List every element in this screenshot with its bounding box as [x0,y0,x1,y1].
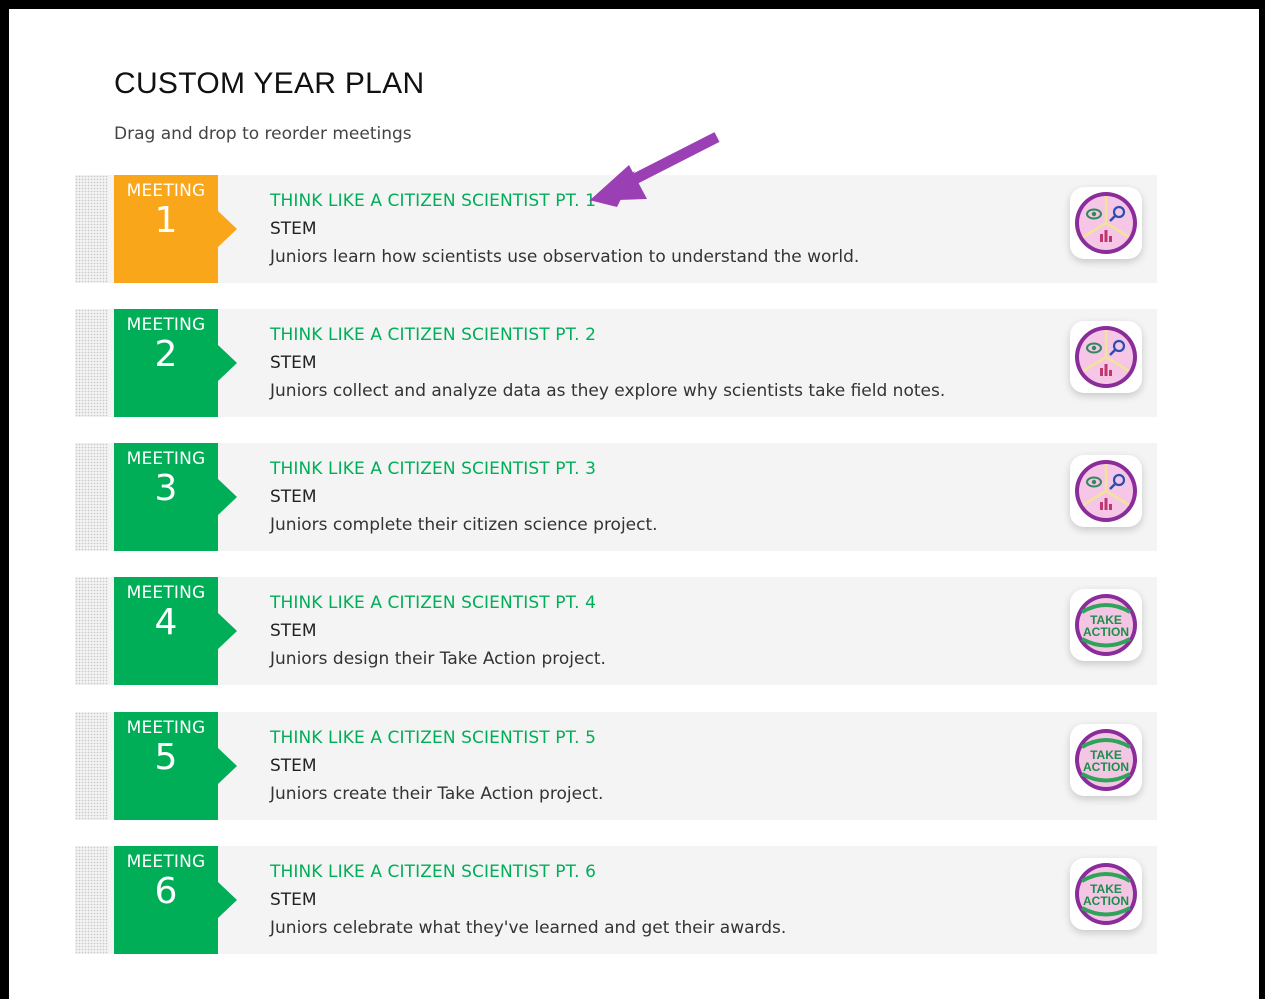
meeting-number-badge: MEETING 4 [114,577,237,685]
meeting-label: MEETING [126,449,206,469]
meeting-row[interactable]: MEETING 6 THINK LIKE A CITIZEN SCIENTIST… [75,846,1157,954]
drag-handle[interactable] [75,309,108,417]
meeting-number-badge: MEETING 2 [114,309,237,417]
meeting-info: THINK LIKE A CITIZEN SCIENTIST PT. 5 STE… [270,728,603,804]
citizen-scientist-badge-icon [1070,187,1142,259]
take-action-badge-icon: TAKE ACTION [1070,589,1142,661]
meeting-number-badge: MEETING 1 [114,175,237,283]
meeting-number: 1 [154,200,178,241]
meeting-info: THINK LIKE A CITIZEN SCIENTIST PT. 1 STE… [270,191,859,267]
meeting-info: THINK LIKE A CITIZEN SCIENTIST PT. 6 STE… [270,862,786,938]
take-action-badge-icon: TAKE ACTION [1070,858,1142,930]
page-subtitle: Drag and drop to reorder meetings [114,124,412,144]
meeting-category: STEM [270,890,317,910]
meeting-title-link[interactable]: THINK LIKE A CITIZEN SCIENTIST PT. 1 [270,191,859,211]
meeting-category: STEM [270,219,317,239]
meeting-label: MEETING [126,181,206,201]
meeting-info: THINK LIKE A CITIZEN SCIENTIST PT. 4 STE… [270,593,606,669]
meeting-number: 2 [154,334,178,375]
meeting-row[interactable]: MEETING 5 THINK LIKE A CITIZEN SCIENTIST… [75,712,1157,820]
drag-handle[interactable] [75,443,108,551]
meeting-number-badge: MEETING 5 [114,712,237,820]
meeting-number-badge: MEETING 3 [114,443,237,551]
meeting-number: 5 [154,737,178,778]
drag-handle[interactable] [75,577,108,685]
meeting-title-link[interactable]: THINK LIKE A CITIZEN SCIENTIST PT. 2 [270,325,945,345]
page-title: CUSTOM YEAR PLAN [114,67,425,100]
meeting-label: MEETING [126,315,206,335]
meeting-row[interactable]: MEETING 2 THINK LIKE A CITIZEN SCIENTIST… [75,309,1157,417]
meeting-title-link[interactable]: THINK LIKE A CITIZEN SCIENTIST PT. 5 [270,728,603,748]
annotation-arrow-icon [589,132,720,207]
citizen-scientist-badge-icon [1070,321,1142,393]
meeting-label: MEETING [126,583,206,603]
badge-text: ACTION [1083,894,1129,908]
meeting-label: MEETING [126,718,206,738]
drag-handle[interactable] [75,846,108,954]
meeting-description: Juniors collect and analyze data as they… [270,381,946,401]
year-plan-panel: CUSTOM YEAR PLAN Drag and drop to reorde… [9,9,1259,999]
meeting-number-badge: MEETING 6 [114,846,237,954]
meeting-category: STEM [270,756,317,776]
take-action-badge-icon: TAKE ACTION [1070,724,1142,796]
drag-handle[interactable] [75,712,108,820]
meeting-info: THINK LIKE A CITIZEN SCIENTIST PT. 2 STE… [270,325,945,401]
meeting-description: Juniors learn how scientists use observa… [270,247,860,267]
meeting-description: Juniors design their Take Action project… [270,649,606,669]
meeting-description: Juniors celebrate what they've learned a… [270,918,787,938]
meeting-description: Juniors complete their citizen science p… [270,515,658,535]
meeting-title-link[interactable]: THINK LIKE A CITIZEN SCIENTIST PT. 6 [270,862,786,882]
badge-text: ACTION [1083,625,1129,639]
meeting-number: 3 [154,468,178,509]
meeting-category: STEM [270,353,317,373]
drag-handle[interactable] [75,175,108,283]
meeting-title-link[interactable]: THINK LIKE A CITIZEN SCIENTIST PT. 4 [270,593,606,613]
meeting-row[interactable]: MEETING 4 THINK LIKE A CITIZEN SCIENTIST… [75,577,1157,685]
meeting-number: 6 [154,871,178,912]
meeting-label: MEETING [126,852,206,872]
meeting-category: STEM [270,621,317,641]
meeting-number: 4 [154,602,178,643]
meeting-category: STEM [270,487,317,507]
meeting-info: THINK LIKE A CITIZEN SCIENTIST PT. 3 STE… [270,459,658,535]
badge-text: ACTION [1083,760,1129,774]
meeting-description: Juniors create their Take Action project… [270,784,604,804]
citizen-scientist-badge-icon [1070,455,1142,527]
meeting-title-link[interactable]: THINK LIKE A CITIZEN SCIENTIST PT. 3 [270,459,658,479]
meeting-row[interactable]: MEETING 3 THINK LIKE A CITIZEN SCIENTIST… [75,443,1157,551]
